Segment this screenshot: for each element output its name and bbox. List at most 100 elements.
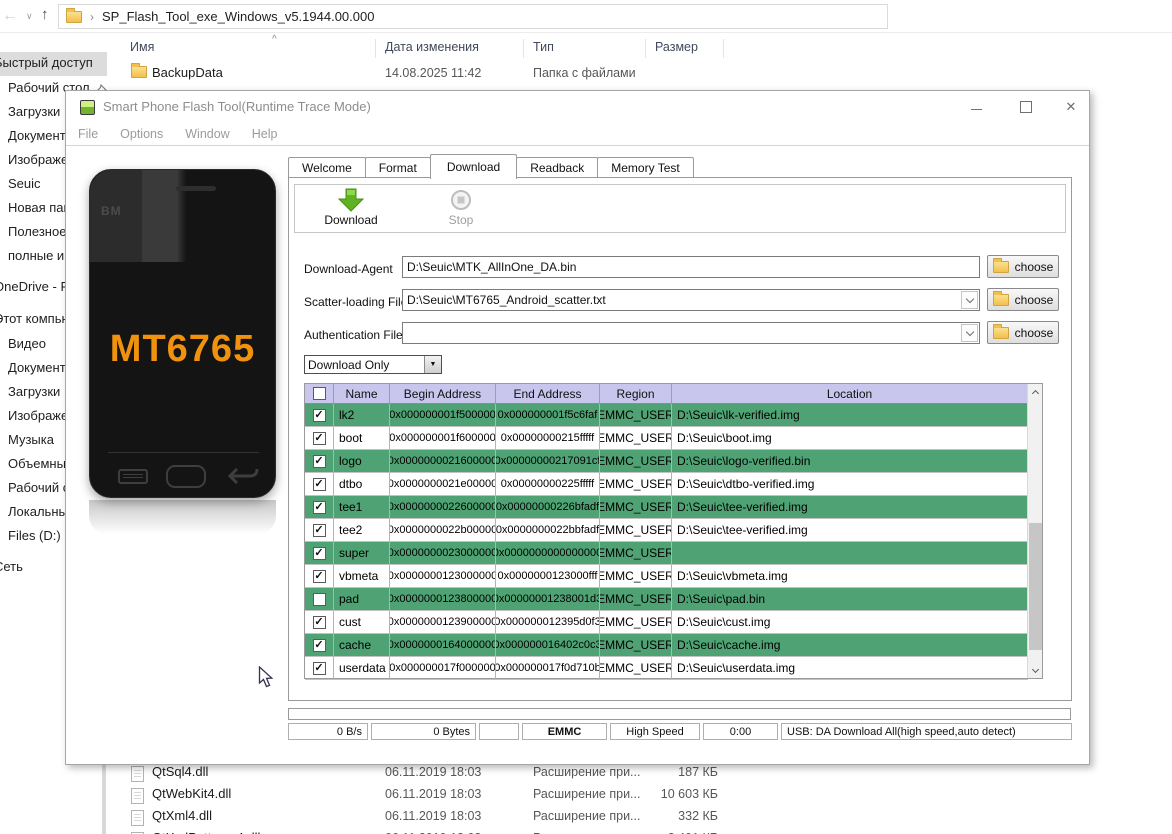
column-separator[interactable] — [723, 39, 724, 58]
row-checkbox[interactable]: ✓ — [313, 501, 326, 514]
tab-download[interactable]: Download — [430, 154, 517, 179]
scatter-file-input[interactable] — [402, 289, 980, 311]
row-checkbox-cell: ✓ — [305, 657, 334, 680]
cell-region: EMMC_USER — [600, 634, 672, 657]
column-header-name[interactable]: Name — [334, 384, 390, 404]
cell-end-address: 0x000000017f0d710b — [496, 657, 600, 680]
cell-region: EMMC_USER — [600, 519, 672, 542]
column-header-end-address[interactable]: End Address — [496, 384, 600, 404]
select-all-checkbox[interactable] — [313, 387, 326, 400]
menu-file[interactable]: File — [78, 123, 98, 145]
row-checkbox[interactable]: ✓ — [313, 570, 326, 583]
row-checkbox[interactable]: ✓ — [313, 547, 326, 560]
cell-region: EMMC_USER — [600, 404, 672, 427]
menu-help[interactable]: Help — [252, 123, 278, 145]
cell-location: D:\Seuic\tee-verified.img — [672, 496, 1028, 519]
menu-window[interactable]: Window — [185, 123, 229, 145]
cell-name: userdata — [334, 657, 390, 680]
cell-begin-address: 0x0000000022600000 — [390, 496, 496, 519]
row-checkbox[interactable] — [313, 593, 326, 606]
tab-memory-test[interactable]: Memory Test — [597, 157, 693, 178]
scrollbar-thumb[interactable] — [1029, 523, 1042, 650]
tab-readback[interactable]: Readback — [516, 157, 598, 178]
auth-file-label: Authentication File — [304, 328, 403, 342]
table-row[interactable]: ✓tee20x0000000022b000000x0000000022bbfad… — [305, 519, 1028, 542]
tab-format[interactable]: Format — [365, 157, 431, 178]
table-row[interactable]: ✓vbmeta0x00000001230000000x0000000123000… — [305, 565, 1028, 588]
row-checkbox[interactable]: ✓ — [313, 524, 326, 537]
file-row[interactable]: QtXml4.dll06.11.2019 18:03Расширение при… — [0, 806, 1172, 828]
table-row[interactable]: ✓cache0x00000001640000000x000000016402c0… — [305, 634, 1028, 657]
scroll-down-icon[interactable] — [1028, 662, 1043, 678]
dll-file-icon — [131, 810, 144, 826]
chevron-down-icon — [965, 327, 973, 335]
column-separator[interactable] — [375, 39, 376, 58]
back-icon[interactable]: ← — [2, 7, 18, 25]
file-name: QtWebKit4.dll — [152, 786, 231, 801]
download-agent-input[interactable] — [402, 256, 980, 278]
table-row[interactable]: ✓cust0x00000001239000000x000000012395d0f… — [305, 611, 1028, 634]
file-row[interactable]: QtXmlPatterns4.dll06.11.2019 18:03Расшир… — [0, 828, 1172, 834]
title-bar[interactable]: Smart Phone Flash Tool(Runtime Trace Mod… — [66, 91, 1089, 123]
download-button[interactable]: Download — [319, 187, 383, 227]
row-checkbox[interactable]: ✓ — [313, 662, 326, 675]
scroll-up-icon[interactable] — [1028, 384, 1043, 400]
file-row-backupdata[interactable]: BackupData 14.08.2025 11:42 Папка с файл… — [0, 62, 1172, 86]
row-checkbox[interactable]: ✓ — [313, 455, 326, 468]
address-bar[interactable]: › SP_Flash_Tool_exe_Windows_v5.1944.00.0… — [58, 4, 888, 29]
minimize-button[interactable] — [961, 97, 991, 117]
window-title: Smart Phone Flash Tool(Runtime Trace Mod… — [103, 99, 371, 114]
stop-button: Stop — [429, 187, 493, 227]
file-row[interactable]: QtSql4.dll06.11.2019 18:03Расширение при… — [0, 762, 1172, 784]
table-row[interactable]: ✓dtbo0x0000000021e000000x00000000225ffff… — [305, 473, 1028, 496]
close-button[interactable]: ✕ — [1056, 97, 1086, 117]
sidebar-group-header[interactable]: Быстрый доступ — [0, 52, 107, 76]
column-header-date[interactable]: Дата изменения — [385, 40, 479, 54]
row-checkbox[interactable]: ✓ — [313, 639, 326, 652]
tab-welcome[interactable]: Welcome — [288, 157, 366, 178]
table-row[interactable]: ✓tee10x00000000226000000x00000000226bfad… — [305, 496, 1028, 519]
table-row[interactable]: ✓logo0x00000000216000000x00000000217091c… — [305, 450, 1028, 473]
table-row[interactable]: ✓userdata0x000000017f0000000x000000017f0… — [305, 657, 1028, 680]
screen: ← ∨ ↑ › SP_Flash_Tool_exe_Windows_v5.194… — [0, 0, 1172, 834]
breadcrumb[interactable]: SP_Flash_Tool_exe_Windows_v5.1944.00.000 — [102, 9, 374, 24]
download-agent-choose-button[interactable]: choose — [987, 255, 1059, 278]
sidebar-item-label: полные ин — [8, 248, 71, 263]
cell-location: D:\Seuic\lk-verified.img — [672, 404, 1028, 427]
dropdown-arrow-icon[interactable]: ▼ — [424, 356, 441, 373]
column-header-type[interactable]: Тип — [533, 40, 554, 54]
download-arrow-icon — [319, 187, 383, 213]
auth-choose-button[interactable]: choose — [987, 321, 1059, 344]
row-checkbox-cell: ✓ — [305, 565, 334, 588]
table-row[interactable]: ✓lk20x000000001f5000000x000000001f5c6faf… — [305, 404, 1028, 427]
column-header-region[interactable]: Region — [600, 384, 672, 404]
cell-end-address: 0x00000000225fffff — [496, 473, 600, 496]
table-row[interactable]: pad0x00000001238000000x00000001238001d3E… — [305, 588, 1028, 611]
row-checkbox[interactable]: ✓ — [313, 616, 326, 629]
column-header-begin-address[interactable]: Begin Address — [390, 384, 496, 404]
table-scrollbar[interactable] — [1027, 384, 1042, 678]
phone-divider — [108, 452, 259, 453]
file-row[interactable]: QtWebKit4.dll06.11.2019 18:03Расширение … — [0, 784, 1172, 806]
maximize-button[interactable] — [1011, 97, 1041, 117]
table-row[interactable]: ✓super0x00000000230000000x00000000000000… — [305, 542, 1028, 565]
up-icon[interactable]: ↑ — [41, 6, 49, 23]
auth-file-input[interactable] — [402, 322, 980, 344]
phone-brand-label: BM — [101, 204, 122, 218]
status-time: 0:00 — [703, 723, 778, 740]
column-separator[interactable] — [645, 39, 646, 58]
auth-dropdown-button[interactable] — [961, 324, 978, 342]
history-chevron-icon[interactable]: ∨ — [26, 11, 33, 22]
scatter-choose-button[interactable]: choose — [987, 288, 1059, 311]
column-header-location[interactable]: Location — [672, 384, 1028, 404]
cell-end-address: 0x000000012395d0f3 — [496, 611, 600, 634]
download-mode-select[interactable]: Download Only ▼ — [304, 355, 442, 374]
row-checkbox[interactable]: ✓ — [313, 409, 326, 422]
column-header-size[interactable]: Размер — [655, 40, 698, 54]
row-checkbox[interactable]: ✓ — [313, 432, 326, 445]
scatter-dropdown-button[interactable] — [961, 291, 978, 309]
row-checkbox[interactable]: ✓ — [313, 478, 326, 491]
table-row[interactable]: ✓boot0x000000001f6000000x00000000215ffff… — [305, 427, 1028, 450]
menu-options[interactable]: Options — [120, 123, 163, 145]
column-separator[interactable] — [523, 39, 524, 58]
